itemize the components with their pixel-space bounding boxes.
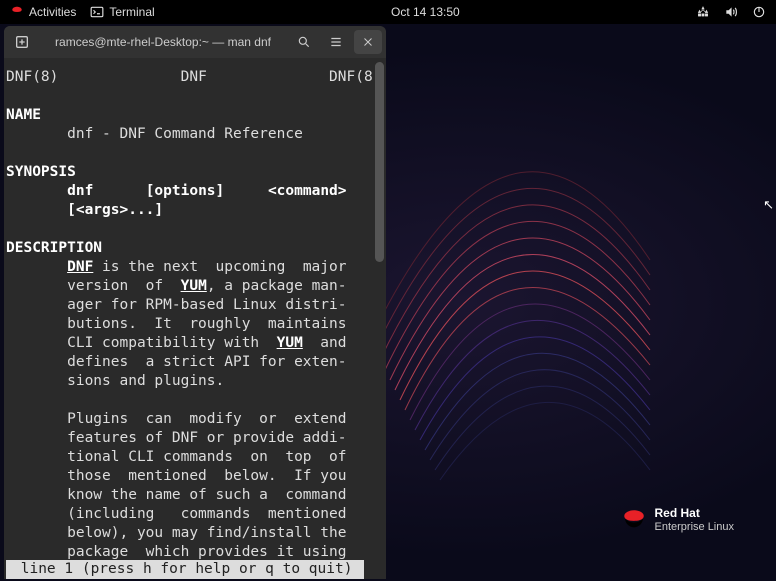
activities-label: Activities <box>29 5 76 19</box>
redhat-fedora-icon <box>621 507 647 533</box>
power-icon[interactable] <box>752 5 766 19</box>
close-button[interactable] <box>354 30 382 54</box>
man-header-center: DNF <box>181 69 207 85</box>
section-description: DESCRIPTION <box>6 240 102 256</box>
activities-button[interactable]: Activities <box>10 5 76 19</box>
pager-status-line: line 1 (press h for help or q to quit) <box>6 560 364 579</box>
clock[interactable]: Oct 14 13:50 <box>391 5 460 19</box>
terminal-header-bar: ramces@mte-rhel-Desktop:~ — man dnf <box>4 26 386 58</box>
terminal-content[interactable]: DNF(8) DNF DNF(8) NAME dnf - DNF Command… <box>4 58 386 579</box>
search-button[interactable] <box>290 30 318 54</box>
focused-app-indicator[interactable]: Terminal <box>90 5 154 19</box>
section-name: NAME <box>6 107 41 123</box>
man-header-left: DNF(8) <box>6 69 58 85</box>
mouse-cursor-icon: ↖ <box>763 197 774 213</box>
brand-line1: Red Hat <box>655 507 735 520</box>
gnome-top-bar: Activities Terminal Oct 14 13:50 <box>0 0 776 24</box>
terminal-window: ramces@mte-rhel-Desktop:~ — man dnf DNF(… <box>4 26 386 579</box>
section-synopsis: SYNOPSIS <box>6 164 76 180</box>
name-line: dnf - DNF Command Reference <box>6 125 380 144</box>
network-icon[interactable] <box>696 5 710 19</box>
focused-app-label: Terminal <box>109 5 154 19</box>
terminal-app-icon <box>90 5 104 19</box>
redhat-logo-icon <box>10 5 24 19</box>
new-tab-button[interactable] <box>8 30 36 54</box>
terminal-tab-title: ramces@mte-rhel-Desktop:~ — man dnf <box>40 35 286 49</box>
redhat-branding: Red Hat Enterprise Linux <box>621 507 735 533</box>
terminal-scrollbar[interactable] <box>372 58 386 579</box>
brand-line2: Enterprise Linux <box>655 521 735 533</box>
scrollbar-thumb[interactable] <box>375 62 384 262</box>
menu-button[interactable] <box>322 30 350 54</box>
volume-icon[interactable] <box>724 5 738 19</box>
desktop-wallpaper-swirl <box>350 80 670 510</box>
